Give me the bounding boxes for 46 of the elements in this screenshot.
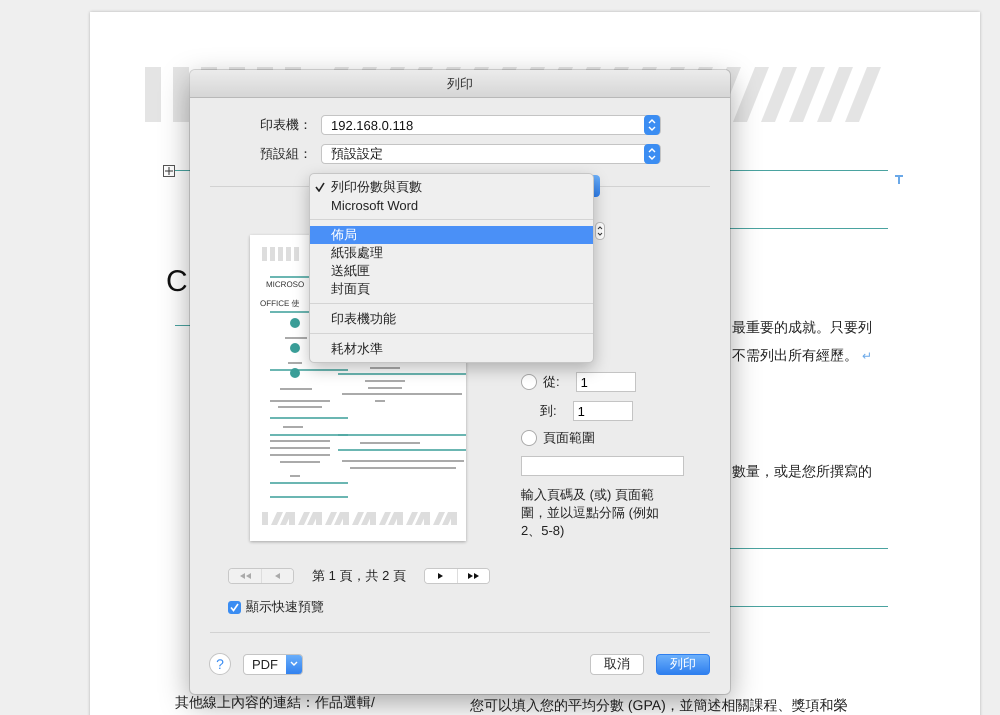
menu-item[interactable]: 列印份數與頁數 xyxy=(310,178,593,196)
page-range-field[interactable] xyxy=(521,456,684,476)
last-page-icon xyxy=(468,571,479,581)
table-move-icon[interactable] xyxy=(163,165,175,177)
dialog-title: 列印 xyxy=(190,70,730,98)
body-text: 其他線上內容的連結：作品選輯/ xyxy=(175,693,376,711)
cancel-button[interactable]: 取消 xyxy=(590,654,644,674)
quick-preview-checkbox[interactable] xyxy=(228,600,241,614)
body-text: 您可以填入您的平均分數 (GPA)，並簡述相關課程、獎項和榮 xyxy=(470,696,849,714)
body-text: 最重要的成就。只要列 xyxy=(732,318,873,336)
last-page-button[interactable] xyxy=(456,569,489,583)
from-label: 從: xyxy=(543,373,560,391)
quick-preview-label: 顯示快速預覽 xyxy=(246,598,324,616)
to-label: 到: xyxy=(540,402,557,420)
preset-select[interactable]: 預設設定 xyxy=(321,144,661,164)
from-radio[interactable] xyxy=(521,374,537,390)
heading-text: C xyxy=(166,264,188,300)
stepper-icon[interactable] xyxy=(644,115,660,135)
preset-label: 預設組： xyxy=(259,145,312,163)
pdf-button[interactable]: PDF xyxy=(243,654,303,674)
previous-page-icon xyxy=(274,571,280,581)
menu-item[interactable]: Microsoft Word xyxy=(310,196,593,214)
to-field[interactable]: 1 xyxy=(572,401,633,421)
from-field[interactable]: 1 xyxy=(576,372,636,392)
menu-item[interactable]: 印表機功能 xyxy=(310,310,593,328)
chevron-down-icon xyxy=(290,661,298,667)
check-icon xyxy=(315,182,325,192)
range-hint: 輸入頁碼及 (或) 頁面範圍，並以逗點分隔 (例如 2、5-8) xyxy=(521,486,660,540)
menu-item[interactable]: 送紙匣 xyxy=(310,262,593,280)
stepper-icon[interactable] xyxy=(644,144,660,164)
body-text: 不需列出所有經歷。 ↵ xyxy=(732,346,874,365)
next-page-icon xyxy=(438,571,444,581)
printer-select[interactable]: 192.168.0.118 xyxy=(321,115,661,135)
copies-stepper-icon[interactable] xyxy=(595,222,605,240)
menu-item[interactable]: 封面頁 xyxy=(310,280,593,298)
body-text: 數量，或是您所撰寫的 xyxy=(732,462,873,480)
menu-item[interactable]: 紙張處理 xyxy=(310,244,593,262)
printer-label: 印表機： xyxy=(259,116,312,134)
preview-text: OFFICE 使 xyxy=(260,298,300,309)
page-range-label: 頁面範圍 xyxy=(543,429,595,447)
menu-item[interactable]: 耗材水準 xyxy=(310,340,593,358)
page-range-radio[interactable] xyxy=(521,430,537,446)
page-indicator: 第 1 頁，共 2 頁 xyxy=(312,567,406,585)
first-page-icon xyxy=(240,571,250,581)
preview-text: MICROSO xyxy=(266,280,304,289)
previous-page-button[interactable] xyxy=(261,569,293,583)
